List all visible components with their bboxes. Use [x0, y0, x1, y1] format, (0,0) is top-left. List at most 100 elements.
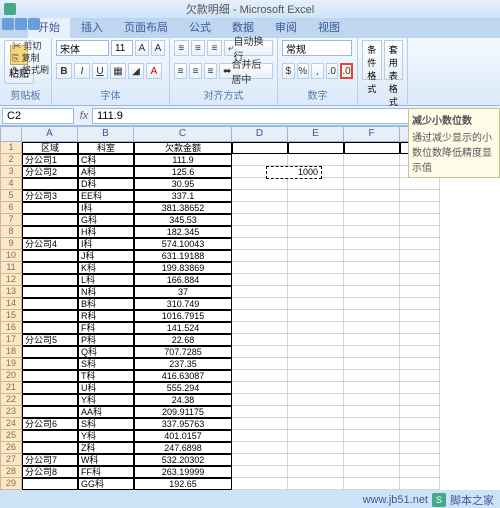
tab-insert[interactable]: 插入 — [71, 16, 113, 38]
cell[interactable]: 分公司7 — [22, 454, 78, 466]
row-header[interactable]: 23 — [0, 406, 22, 418]
fill-color-button[interactable]: ◢ — [128, 63, 144, 79]
cell[interactable]: Q科 — [78, 346, 134, 358]
cell[interactable] — [344, 154, 400, 166]
cell[interactable] — [400, 382, 440, 394]
cell[interactable]: 337.1 — [134, 190, 232, 202]
increase-decimal-button[interactable]: .0 — [326, 63, 339, 79]
merge-center-button[interactable]: ⬌合并后居中 — [219, 63, 273, 79]
cell[interactable] — [344, 478, 400, 490]
cell[interactable] — [288, 418, 344, 430]
cell[interactable] — [400, 418, 440, 430]
col-header-c[interactable]: C — [134, 126, 232, 142]
cell[interactable] — [288, 250, 344, 262]
cell[interactable] — [344, 454, 400, 466]
cell[interactable] — [400, 274, 440, 286]
cell[interactable] — [344, 322, 400, 334]
cell[interactable]: 22.68 — [134, 334, 232, 346]
cell[interactable]: 337.95763 — [134, 418, 232, 430]
cell[interactable]: 345.53 — [134, 214, 232, 226]
align-bot-icon[interactable]: ≡ — [207, 40, 222, 56]
cell[interactable] — [22, 274, 78, 286]
border-button[interactable]: ▦ — [110, 63, 126, 79]
row-header[interactable]: 27 — [0, 454, 22, 466]
cell[interactable] — [344, 214, 400, 226]
cell[interactable] — [22, 298, 78, 310]
italic-button[interactable]: I — [74, 63, 90, 79]
col-header-d[interactable]: D — [232, 126, 288, 142]
cell[interactable] — [400, 190, 440, 202]
tab-view[interactable]: 视图 — [308, 16, 350, 38]
cell[interactable] — [288, 406, 344, 418]
cut-button[interactable]: ✂ 剪切 — [12, 40, 49, 52]
row-header[interactable]: 11 — [0, 262, 22, 274]
cell[interactable] — [344, 394, 400, 406]
cell[interactable] — [288, 298, 344, 310]
cell[interactable] — [400, 250, 440, 262]
cell[interactable] — [400, 346, 440, 358]
cell[interactable] — [232, 442, 288, 454]
row-header[interactable]: 21 — [0, 382, 22, 394]
cell[interactable] — [344, 466, 400, 478]
cell[interactable]: 192.65 — [134, 478, 232, 490]
cell[interactable] — [22, 358, 78, 370]
cell[interactable] — [232, 370, 288, 382]
cell[interactable] — [344, 310, 400, 322]
cell[interactable] — [400, 358, 440, 370]
cell[interactable] — [344, 178, 400, 190]
cell[interactable] — [288, 466, 344, 478]
cell[interactable]: A科 — [78, 166, 134, 178]
cell[interactable] — [232, 310, 288, 322]
cell[interactable] — [232, 226, 288, 238]
cell[interactable] — [232, 382, 288, 394]
cell[interactable]: 574.10043 — [134, 238, 232, 250]
cell[interactable] — [232, 466, 288, 478]
cell[interactable]: 分公司5 — [22, 334, 78, 346]
cell[interactable]: 分公司2 — [22, 166, 78, 178]
cell[interactable]: I科 — [78, 238, 134, 250]
cell[interactable] — [344, 226, 400, 238]
cell[interactable] — [22, 286, 78, 298]
row-header[interactable]: 7 — [0, 214, 22, 226]
cell[interactable] — [288, 262, 344, 274]
currency-button[interactable]: $ — [282, 63, 295, 79]
cell[interactable] — [22, 394, 78, 406]
select-all-corner[interactable] — [0, 126, 22, 142]
row-header[interactable]: 10 — [0, 250, 22, 262]
cell[interactable] — [344, 298, 400, 310]
cell[interactable]: 111.9 — [134, 154, 232, 166]
cell[interactable] — [232, 346, 288, 358]
cell[interactable] — [344, 262, 400, 274]
cell[interactable]: R科 — [78, 310, 134, 322]
cell[interactable] — [400, 262, 440, 274]
underline-button[interactable]: U — [92, 63, 108, 79]
row-header[interactable]: 3 — [0, 166, 22, 178]
cell[interactable] — [288, 382, 344, 394]
cell[interactable]: U科 — [78, 382, 134, 394]
cell[interactable] — [232, 202, 288, 214]
cell[interactable] — [400, 454, 440, 466]
cell[interactable] — [232, 178, 288, 190]
cell[interactable] — [344, 334, 400, 346]
cell[interactable] — [288, 274, 344, 286]
cell[interactable]: 381.38652 — [134, 202, 232, 214]
row-header[interactable]: 15 — [0, 310, 22, 322]
fx-icon[interactable]: fx — [76, 110, 92, 122]
cell[interactable] — [232, 478, 288, 490]
cell[interactable] — [22, 442, 78, 454]
cell[interactable]: EE科 — [78, 190, 134, 202]
cell[interactable] — [288, 394, 344, 406]
cell[interactable] — [232, 190, 288, 202]
cell[interactable] — [344, 358, 400, 370]
cell[interactable] — [400, 442, 440, 454]
cell[interactable] — [400, 370, 440, 382]
row-header[interactable]: 5 — [0, 190, 22, 202]
cell[interactable] — [400, 286, 440, 298]
cell[interactable] — [232, 142, 288, 154]
cell[interactable] — [288, 358, 344, 370]
cell[interactable] — [344, 418, 400, 430]
cell[interactable]: Z科 — [78, 442, 134, 454]
cell[interactable]: 631.19188 — [134, 250, 232, 262]
cell[interactable]: H科 — [78, 226, 134, 238]
row-header[interactable]: 9 — [0, 238, 22, 250]
